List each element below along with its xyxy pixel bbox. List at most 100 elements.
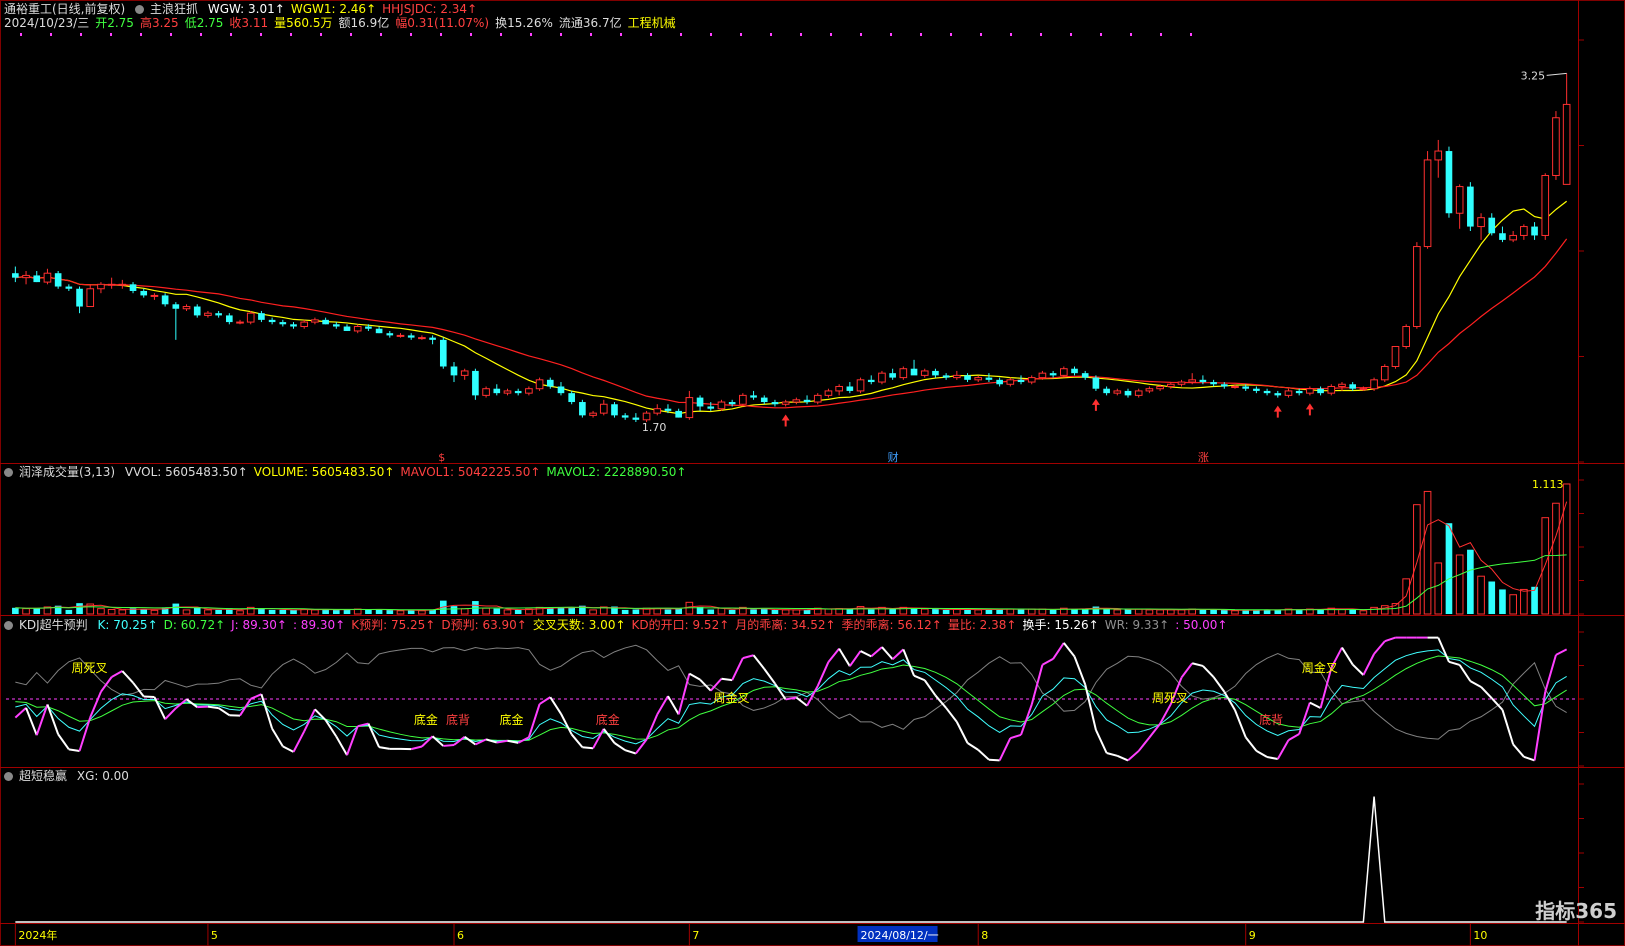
volume-bar — [1488, 581, 1496, 614]
candle-body — [450, 366, 458, 376]
volume-bar — [1467, 549, 1474, 614]
j-line-segment — [1266, 756, 1278, 761]
j-line-segment — [752, 654, 766, 670]
main-indicator-name[interactable]: 主浪狂抓 — [150, 2, 198, 16]
indicator-toggle-icon[interactable] — [4, 468, 13, 477]
volume-indicator-name[interactable]: 润泽成交量(3,13) — [19, 465, 115, 479]
volume-bar — [1338, 608, 1346, 615]
candle-body — [932, 370, 939, 376]
candle-body — [1359, 388, 1368, 391]
volume-bar — [1210, 609, 1217, 614]
volume-bar — [1263, 609, 1271, 614]
top-mark — [380, 33, 382, 36]
candle-body — [867, 379, 875, 383]
main-readout-0: WGW: 3.01↑ — [207, 2, 285, 16]
candle-body — [611, 404, 618, 416]
candle-body — [1317, 388, 1324, 394]
candle-body — [514, 390, 522, 394]
x-axis-label: 8 — [981, 929, 988, 942]
indicator-toggle-icon[interactable] — [4, 772, 13, 781]
j-line-segment — [443, 743, 455, 747]
candle-body — [353, 326, 362, 332]
volume-bar — [1445, 523, 1453, 614]
top-mark — [320, 33, 322, 36]
j-line-segment — [111, 670, 123, 678]
volume-bar — [1220, 609, 1228, 614]
volume-bar — [824, 608, 833, 615]
j-line-segment — [78, 717, 92, 752]
xg-line — [15, 796, 1567, 923]
candle-body — [1349, 384, 1356, 389]
candle-body — [407, 335, 415, 338]
kdj-readout-0: K: 70.25↑ — [97, 618, 158, 632]
candle-body — [1284, 390, 1293, 396]
candle-body — [1177, 381, 1186, 385]
indicator-toggle-icon[interactable] — [4, 621, 13, 630]
volume-bar — [396, 610, 405, 615]
info-item-4: 收3.11 — [229, 16, 269, 30]
volume-bar — [65, 609, 73, 614]
candle-body — [1253, 388, 1260, 391]
kdj-indicator-name[interactable]: KDJ超牛预判 — [19, 618, 88, 632]
top-mark — [80, 33, 82, 36]
j-line-segment — [1137, 736, 1151, 752]
j-line-segment — [1052, 642, 1065, 660]
kdj-readout-3: : 89.30↑ — [292, 618, 346, 632]
x-axis-label: 10 — [1473, 929, 1487, 942]
xg-indicator-name[interactable]: 超短稳赢 — [19, 769, 67, 783]
volume-bar — [375, 609, 383, 614]
candle-body — [964, 375, 971, 380]
candle-body — [1391, 346, 1400, 367]
candle-body — [589, 412, 597, 416]
volume-bar — [1509, 594, 1517, 615]
top-mark — [830, 33, 832, 36]
candle-body — [472, 370, 479, 396]
kdj-signal-label: 周金叉 — [1302, 660, 1338, 675]
candle-body — [771, 402, 779, 405]
top-mark — [980, 33, 982, 36]
candle-body — [953, 374, 961, 379]
candle-body — [824, 390, 833, 396]
candle-body — [696, 397, 704, 407]
j-line-segment — [913, 674, 926, 682]
kdj-header: KDJ超牛预判 K: 70.25↑ D: 60.72↑ J: 89.30↑: 89.… — [4, 618, 1239, 632]
volume-bar — [12, 607, 19, 614]
volume-bar — [279, 609, 287, 614]
candle-body — [107, 283, 116, 286]
candle-body — [568, 393, 575, 403]
candle-body — [182, 306, 191, 310]
candle-body — [1531, 226, 1538, 236]
candle-body — [878, 372, 886, 383]
candle-body — [332, 324, 340, 327]
volume-bar — [985, 609, 993, 614]
candle-body — [760, 397, 768, 403]
j-line-segment — [57, 733, 70, 750]
top-mark — [20, 33, 22, 36]
kdj-readout-2: J: 89.30↑ — [231, 618, 287, 632]
candle-body — [920, 370, 929, 376]
volume-readout-0: VVOL: 5605483.50↑ — [124, 465, 248, 479]
volume-bar — [717, 607, 726, 615]
x-axis-label: 6 — [457, 929, 464, 942]
volume-bar — [953, 608, 961, 615]
candle-body — [1124, 390, 1132, 396]
j-line-segment — [549, 696, 562, 715]
info-item-10: 工程机械 — [627, 16, 676, 30]
j-line-segment — [1148, 723, 1161, 739]
top-mark — [620, 33, 622, 36]
volume-bar — [867, 609, 875, 614]
volume-bar — [343, 609, 351, 614]
info-item-3: 低2.75 — [184, 16, 224, 30]
volume-bar — [932, 609, 939, 614]
high-price-label: 3.25 — [1521, 69, 1546, 82]
volume-bar — [493, 608, 501, 614]
volume-bar — [1027, 608, 1036, 615]
candle-body — [846, 386, 854, 391]
candle-body — [1038, 372, 1047, 379]
candle-body — [1210, 382, 1217, 385]
indicator-toggle-icon[interactable] — [135, 5, 145, 14]
main-readout-2: HHJSJDC: 2.34↑ — [382, 2, 478, 16]
candle-body — [1156, 385, 1164, 390]
volume-bar — [728, 609, 736, 614]
kdj-signal-label: 周金叉 — [713, 690, 749, 705]
